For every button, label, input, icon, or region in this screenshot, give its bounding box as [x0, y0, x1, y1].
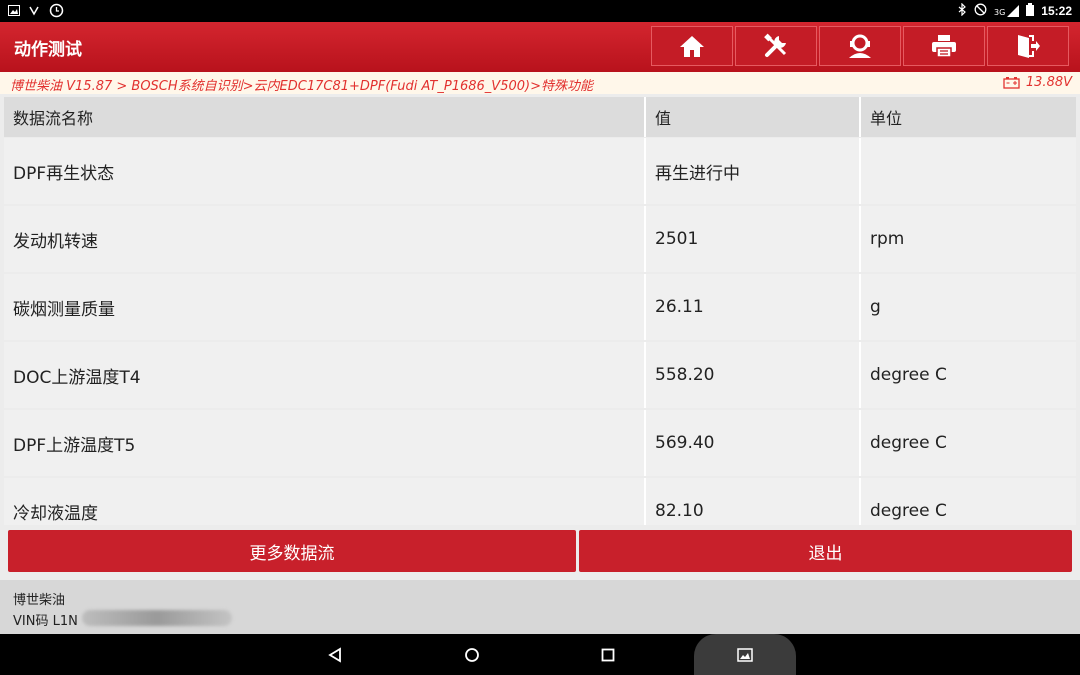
image-icon: [737, 648, 753, 662]
exit-app-button[interactable]: [987, 26, 1069, 66]
back-button[interactable]: [315, 642, 355, 668]
gallery-button[interactable]: [725, 642, 765, 668]
breadcrumb: 博世柴油 V15.87 > BOSCH系统自识别>云内EDC17C81+DPF(…: [10, 79, 593, 94]
network-type: 3G: [994, 8, 1006, 17]
table-header-row: 数据流名称 值 单位: [4, 97, 1076, 137]
table-row[interactable]: DPF再生状态 再生进行中: [4, 138, 1076, 204]
row-name: DPF上游温度T5: [4, 410, 646, 476]
alarm-icon: [49, 3, 64, 21]
row-name: 碳烟测量质量: [4, 274, 646, 340]
home-icon: [680, 36, 704, 57]
table-row[interactable]: 碳烟测量质量 26.11 g: [4, 274, 1076, 340]
row-unit: degree C: [861, 478, 1076, 525]
vin-label: VIN码 L1N: [13, 614, 78, 629]
more-data-streams-button[interactable]: 更多数据流: [8, 530, 576, 572]
do-not-disturb-icon: [974, 3, 987, 19]
signal-icon: 3G: [994, 5, 1020, 17]
recents-button[interactable]: [588, 642, 628, 668]
row-unit: g: [861, 274, 1076, 340]
navigation-bar: [0, 634, 1080, 675]
voltage-value: 13.88V: [1025, 75, 1072, 90]
row-value: 2501: [646, 206, 861, 272]
table-row[interactable]: DOC上游温度T4 558.20 degree C: [4, 342, 1076, 408]
row-unit: degree C: [861, 342, 1076, 408]
column-header-name: 数据流名称: [4, 97, 646, 137]
redacted-vin: [82, 610, 232, 626]
car-battery-icon: [1003, 77, 1020, 89]
tools-button[interactable]: [735, 26, 817, 66]
battery-icon: [1026, 3, 1035, 19]
clock: 15:22: [1041, 4, 1072, 18]
user-service-icon: [849, 34, 871, 58]
table-row[interactable]: DPF上游温度T5 569.40 degree C: [4, 410, 1076, 476]
row-unit: [861, 138, 1076, 204]
exit-icon: [1018, 35, 1040, 58]
row-name: 冷却液温度: [4, 478, 646, 525]
table-row[interactable]: 发动机转速 2501 rpm: [4, 206, 1076, 272]
table-row[interactable]: 冷却液温度 82.10 degree C: [4, 478, 1076, 525]
service-button[interactable]: [819, 26, 901, 66]
data-stream-table[interactable]: 数据流名称 值 单位 DPF再生状态 再生进行中 发动机转速 2501 rpm …: [4, 97, 1076, 525]
print-icon: [932, 35, 956, 58]
row-unit: rpm: [861, 206, 1076, 272]
page-title: 动作测试: [14, 40, 82, 60]
row-unit: degree C: [861, 410, 1076, 476]
row-value: 558.20: [646, 342, 861, 408]
row-value: 569.40: [646, 410, 861, 476]
vehicle-info-panel: 博世柴油 VIN码 L1N: [0, 580, 1080, 634]
row-value: 82.10: [646, 478, 861, 525]
column-header-value: 值: [646, 97, 861, 137]
home-circle-icon: [465, 648, 479, 662]
home-nav-button[interactable]: [452, 642, 492, 668]
recents-square-icon: [601, 648, 615, 662]
status-bar: 3G 15:22: [0, 0, 1080, 22]
row-name: DOC上游温度T4: [4, 342, 646, 408]
back-icon: [328, 647, 341, 663]
battery-voltage: 13.88V: [1003, 75, 1072, 90]
row-value: 26.11: [646, 274, 861, 340]
app-header: 动作测试: [0, 22, 1080, 72]
gallery-notification-icon: [8, 5, 20, 19]
tools-icon: [764, 33, 787, 57]
row-value: 再生进行中: [646, 138, 861, 204]
breadcrumb-bar: 博世柴油 V15.87 > BOSCH系统自识别>云内EDC17C81+DPF(…: [0, 72, 1080, 94]
usb-icon: [28, 5, 41, 19]
print-button[interactable]: [903, 26, 985, 66]
row-name: DPF再生状态: [4, 138, 646, 204]
row-name: 发动机转速: [4, 206, 646, 272]
exit-button[interactable]: 退出: [579, 530, 1072, 572]
vehicle-make: 博世柴油: [13, 593, 66, 608]
bluetooth-icon: [958, 2, 967, 19]
home-button[interactable]: [651, 26, 733, 66]
column-header-unit: 单位: [861, 97, 1076, 137]
